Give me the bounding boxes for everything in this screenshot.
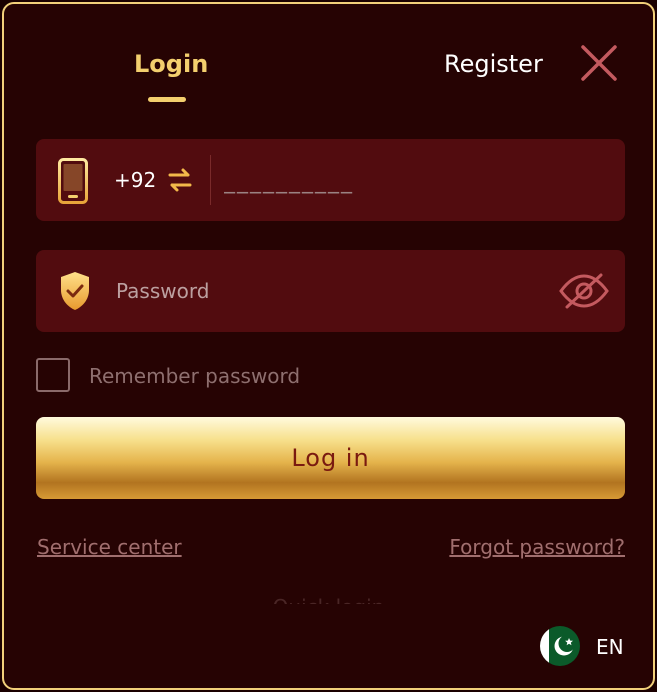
country-code[interactable]: +92 [114, 166, 156, 194]
password-field [36, 250, 625, 332]
language-label: EN [596, 635, 624, 659]
remember-label: Remember password [89, 364, 301, 388]
login-modal: Login Register +92 __________ Remember p… [2, 2, 655, 690]
remember-checkbox[interactable] [36, 358, 70, 392]
pakistan-flag-icon [540, 626, 580, 666]
tab-register[interactable]: Register [444, 48, 543, 80]
phone-input[interactable] [224, 163, 604, 199]
shield-check-icon [61, 272, 89, 310]
login-button[interactable]: Log in [36, 417, 625, 499]
phone-field: +92 [36, 139, 625, 221]
language-switch[interactable]: EN [540, 626, 640, 666]
tab-login[interactable]: Login [134, 48, 208, 80]
service-center-link[interactable]: Service center [37, 534, 182, 560]
password-input[interactable] [116, 274, 536, 308]
tab-login-underline [148, 97, 186, 102]
quick-login-heading: Quick login [4, 590, 653, 604]
phone-icon [58, 158, 88, 204]
eye-off-icon[interactable] [558, 270, 610, 312]
close-icon[interactable] [578, 42, 620, 84]
swap-icon[interactable] [168, 167, 192, 193]
remember-password: Remember password [36, 358, 336, 396]
forgot-password-link[interactable]: Forgot password? [449, 534, 625, 560]
field-divider [210, 155, 211, 205]
